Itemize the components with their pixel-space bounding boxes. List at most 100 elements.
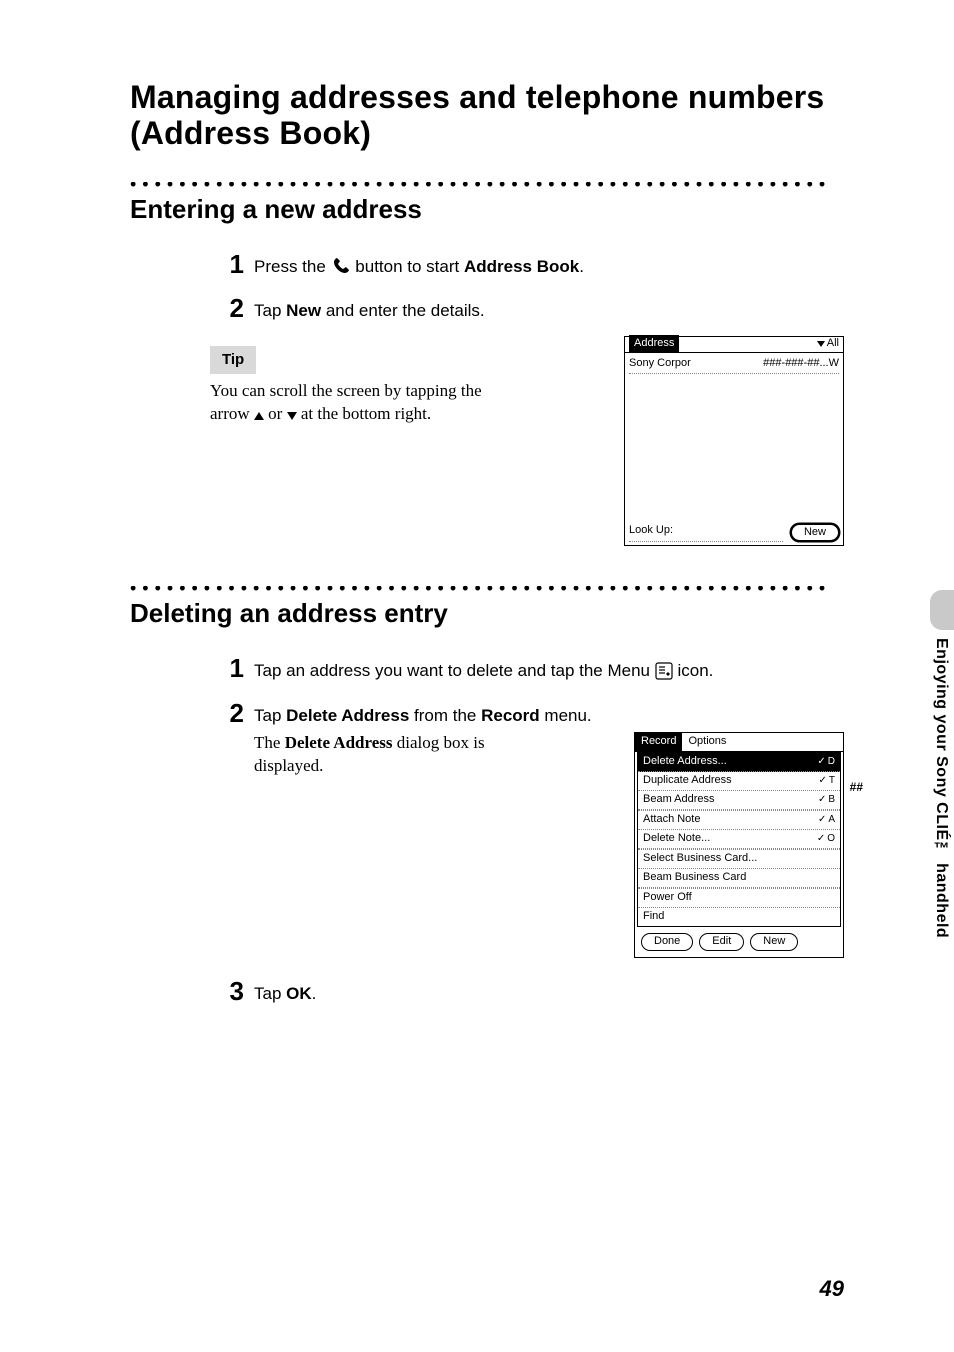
shortcut-key: A <box>828 813 835 828</box>
new-button[interactable]: New <box>791 524 839 542</box>
menu-item-power-off[interactable]: Power Off <box>638 888 840 908</box>
menu-item-select-business-card[interactable]: Select Business Card... <box>638 849 840 869</box>
shortcut-key: B <box>828 793 835 808</box>
menu-item-beam-business-card[interactable]: Beam Business Card <box>638 869 840 888</box>
menu-item-beam-address[interactable]: Beam Address ✓B <box>638 791 840 810</box>
text: Press the <box>254 257 331 276</box>
menu-item-delete-address[interactable]: Delete Address... ✓D <box>638 753 840 772</box>
step-1: 1 Tap an address you want to delete and … <box>210 655 844 688</box>
text-bold: Address Book <box>464 257 579 276</box>
triangle-down-icon <box>287 412 297 420</box>
text-bold: Delete Address <box>286 706 409 725</box>
note-text: The Delete Address dialog box is display… <box>254 732 514 778</box>
list-item-phone: ###-###-##...W <box>763 356 839 372</box>
shortcut-key: O <box>827 832 835 847</box>
step-number: 3 <box>210 978 244 1005</box>
menu-item-label: Attach Note <box>643 812 700 828</box>
shortcut: ✓D <box>817 755 835 770</box>
text: menu. <box>540 706 592 725</box>
chapter-title: Managing addresses and telephone numbers… <box>130 80 844 152</box>
list-item-name: Sony Corpor <box>629 356 691 372</box>
new-button[interactable]: New <box>750 933 798 951</box>
menu-item-duplicate-address[interactable]: Duplicate Address ✓T <box>638 772 840 791</box>
tab-record[interactable]: Record <box>635 733 682 751</box>
shortcut-key: T <box>829 774 835 789</box>
menu-item-delete-note[interactable]: Delete Note... ✓O <box>638 830 840 849</box>
text: button to start <box>355 257 464 276</box>
page-number: 49 <box>820 1276 844 1302</box>
menu-icon <box>655 662 673 688</box>
step-2: 2 Tap Delete Address from the Record men… <box>210 700 844 958</box>
step-number: 2 <box>210 295 244 322</box>
text-bold: OK <box>286 984 312 1003</box>
menu-item-attach-note[interactable]: Attach Note ✓A <box>638 810 840 830</box>
text: at the bottom right. <box>297 404 432 423</box>
menu-item-find[interactable]: Find <box>638 908 840 926</box>
text-bold: New <box>286 301 321 320</box>
side-running-header: Enjoying your Sony CLIÉ™ handheld <box>928 630 954 946</box>
menu-item-label: Beam Business Card <box>643 870 746 886</box>
triangle-up-icon <box>254 412 264 420</box>
palm-address-list: Sony Corpor ###-###-##...W <box>625 353 843 376</box>
dotted-rule <box>130 182 844 188</box>
chevron-down-icon <box>817 341 825 347</box>
record-menu-screenshot: Record Options Delete Address... ✓D <box>634 732 844 957</box>
address-list-screenshot: Address All Sony Corpor ###-###-##...W L… <box>624 336 844 546</box>
shortcut: ✓B <box>818 793 835 808</box>
tip-label: Tip <box>210 346 256 374</box>
section-entering-new-address: Entering a new address 1 Press the butto… <box>130 182 844 546</box>
text: arrow <box>210 404 254 423</box>
menu-item-label: Delete Address... <box>643 754 727 770</box>
step-body: Tap New and enter the details. <box>254 295 844 324</box>
palm-bottom-buttons: Done Edit New <box>635 927 843 951</box>
screenshot-column: Address All Sony Corpor ###-###-##...W L… <box>550 336 844 546</box>
menu-item-label: Power Off <box>643 890 692 906</box>
list-item[interactable]: Sony Corpor ###-###-##...W <box>629 355 839 374</box>
step-body: Tap Delete Address from the Record menu.… <box>254 700 844 958</box>
text: and enter the details. <box>321 301 485 320</box>
palm-category-selector[interactable]: All <box>817 336 839 352</box>
step-1: 1 Press the button to start Address Book… <box>210 251 844 284</box>
menu-item-label: Delete Note... <box>643 831 710 847</box>
text: icon. <box>677 661 713 680</box>
text: All <box>827 336 839 352</box>
step-number: 2 <box>210 700 244 727</box>
steps-list: 1 Tap an address you want to delete and … <box>210 655 844 1006</box>
menu-item-label: Select Business Card... <box>643 851 757 867</box>
shortcut: ✓A <box>818 813 835 828</box>
text: The <box>254 733 285 752</box>
text: . <box>312 984 317 1003</box>
palm-bottom-bar: Look Up: New <box>629 523 839 542</box>
menu-item-label: Find <box>643 909 664 925</box>
lookup-field[interactable]: Look Up: <box>629 523 783 542</box>
shortcut: ✓O <box>817 832 835 847</box>
palm-menu-bar: Record Options <box>635 733 843 752</box>
text-bold: Delete Address <box>285 733 393 752</box>
section-title: Deleting an address entry <box>130 598 844 629</box>
done-button[interactable]: Done <box>641 933 693 951</box>
tip-and-screenshot-row: Tip You can scroll the screen by tapping… <box>210 336 844 546</box>
note-and-screenshot-row: The Delete Address dialog box is display… <box>254 732 844 957</box>
text: Tap <box>254 984 286 1003</box>
shortcut-key: D <box>828 755 835 770</box>
dotted-rule <box>130 586 844 592</box>
phone-button-icon <box>331 256 351 284</box>
step-body: Tap an address you want to delete and ta… <box>254 655 844 688</box>
menu-item-label: Beam Address <box>643 792 715 808</box>
text: Tap <box>254 706 286 725</box>
edit-button[interactable]: Edit <box>699 933 744 951</box>
text-bold: Record <box>481 706 540 725</box>
text: You can scroll the screen by tapping the <box>210 381 482 400</box>
tab-options[interactable]: Options <box>682 733 732 751</box>
palm-app-title: Address <box>629 335 679 353</box>
section-title: Entering a new address <box>130 194 844 225</box>
screenshot-column: Record Options Delete Address... ✓D <box>534 732 844 957</box>
edge-thumb-tab <box>930 590 954 630</box>
step-number: 1 <box>210 655 244 682</box>
palm-menu-panel: Delete Address... ✓D Duplicate Address ✓… <box>637 752 841 926</box>
text: Tap an address you want to delete and ta… <box>254 661 655 680</box>
step-number: 1 <box>210 251 244 278</box>
text: from the <box>409 706 481 725</box>
section-deleting-address: Deleting an address entry 1 Tap an addre… <box>130 586 844 1006</box>
note-column: The Delete Address dialog box is display… <box>254 732 514 778</box>
